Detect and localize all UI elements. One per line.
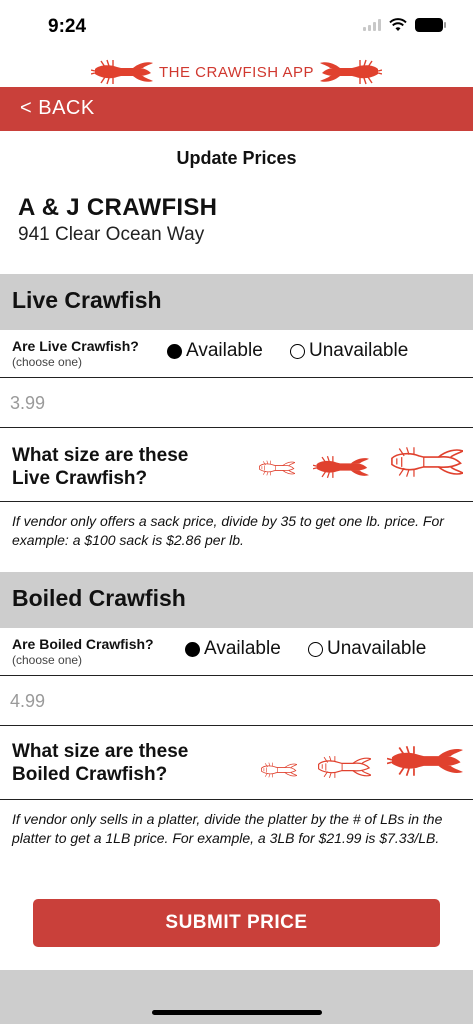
- boiled-availability-question: Are Boiled Crawfish?: [12, 636, 154, 652]
- submit-price-button[interactable]: SUBMIT PRICE: [33, 899, 440, 947]
- boiled-price-input[interactable]: [10, 686, 450, 716]
- boiled-price-row: [0, 676, 473, 726]
- status-bar: 9:24: [0, 0, 473, 56]
- vendor-name: A & J CRAWFISH: [18, 194, 218, 221]
- boiled-crawfish-section-header: Boiled Crawfish: [0, 572, 473, 628]
- radio-selected-icon: [167, 343, 182, 359]
- boiled-size-small-crawfish-icon[interactable]: [259, 760, 297, 780]
- live-unavailable-radio[interactable]: Unavailable: [290, 340, 408, 362]
- live-availability-question: Are Live Crawfish?: [12, 338, 139, 354]
- vendor-address: 941 Clear Ocean Way: [18, 224, 205, 245]
- footer-bar: [0, 970, 473, 1024]
- live-size-large-crawfish-icon[interactable]: [387, 440, 463, 484]
- live-size-question: What size are these Live Crawfish?: [12, 444, 188, 490]
- boiled-unavailable-label: Unavailable: [327, 638, 427, 659]
- boiled-unavailable-radio[interactable]: Unavailable: [308, 638, 426, 660]
- live-size-question-line2: Live Crawfish?: [12, 468, 148, 489]
- live-size-question-line1: What size are these: [12, 445, 189, 466]
- live-price-row: [0, 378, 473, 428]
- submit-area: SUBMIT PRICE: [0, 888, 473, 970]
- boiled-availability-row: Are Boiled Crawfish? (choose one) Availa…: [0, 628, 473, 676]
- boiled-availability-hint: (choose one): [12, 653, 83, 667]
- radio-empty-icon: [308, 641, 323, 657]
- live-size-medium-crawfish-icon[interactable]: [313, 452, 369, 482]
- battery-icon: [415, 18, 446, 32]
- nav-bar: < BACK: [0, 87, 473, 131]
- live-unavailable-label: Unavailable: [309, 340, 409, 361]
- boiled-available-radio[interactable]: Available: [185, 638, 281, 660]
- page-title: Update Prices: [176, 148, 297, 168]
- boiled-size-question-line1: What size are these: [12, 741, 189, 762]
- live-size-row: What size are these Live Crawfish?: [0, 428, 473, 502]
- live-available-radio[interactable]: Available: [167, 340, 263, 362]
- live-crawfish-section-header: Live Crawfish: [0, 274, 473, 330]
- home-indicator[interactable]: [152, 1010, 322, 1015]
- section-title: Live Crawfish: [12, 287, 162, 313]
- live-available-label: Available: [186, 340, 263, 361]
- status-icons: [363, 18, 446, 32]
- live-availability-row: Are Live Crawfish? (choose one) Availabl…: [0, 330, 473, 378]
- crawfish-logo-left-icon: [91, 59, 154, 85]
- radio-selected-icon: [185, 641, 200, 657]
- back-button[interactable]: < BACK: [20, 97, 95, 120]
- live-size-small-crawfish-icon[interactable]: [257, 458, 295, 478]
- live-price-note: If vendor only offers a sack price, divi…: [12, 513, 444, 548]
- live-price-input[interactable]: [10, 388, 450, 418]
- live-availability-hint: (choose one): [12, 355, 83, 369]
- crawfish-logo-right-icon: [319, 59, 382, 85]
- boiled-size-question-line2: Boiled Crawfish?: [12, 764, 168, 785]
- boiled-size-medium-crawfish-icon[interactable]: [315, 752, 371, 782]
- section-title: Boiled Crawfish: [12, 585, 186, 611]
- status-time: 9:24: [48, 16, 87, 37]
- cellular-signal-icon: [363, 19, 381, 31]
- brand-title: THE CRAWFISH APP: [159, 63, 314, 81]
- wifi-icon: [389, 18, 407, 31]
- boiled-size-row: What size are these Boiled Crawfish?: [0, 726, 473, 800]
- boiled-size-question: What size are these Boiled Crawfish?: [12, 740, 188, 786]
- boiled-price-note: If vendor only sells in a platter, divid…: [12, 811, 443, 846]
- boiled-available-label: Available: [204, 638, 281, 659]
- brand-header: THE CRAWFISH APP: [0, 56, 473, 88]
- boiled-size-large-crawfish-icon[interactable]: [387, 740, 463, 782]
- radio-empty-icon: [290, 343, 305, 359]
